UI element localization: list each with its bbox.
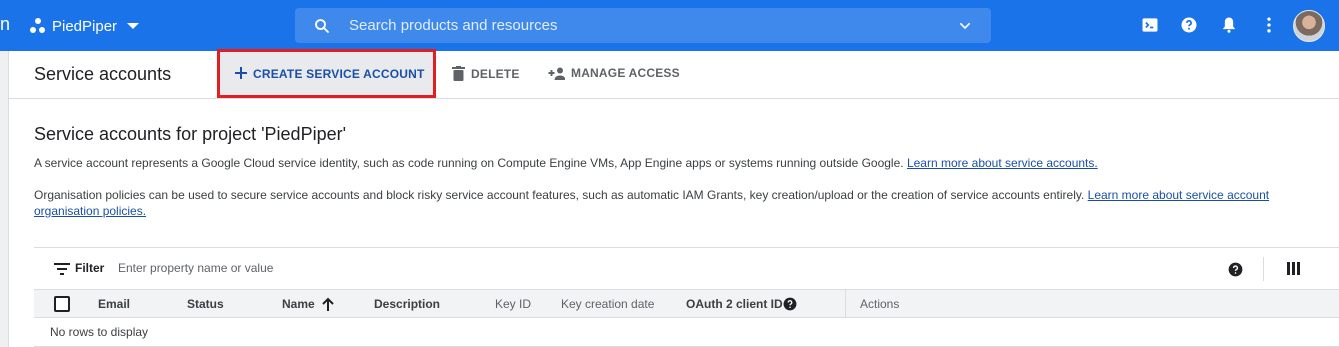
column-header-status[interactable]: Status	[187, 297, 224, 311]
filter-label: Filter	[75, 261, 105, 275]
project-name: PiedPiper	[52, 17, 118, 35]
learn-more-service-accounts-link[interactable]: Learn more about service accounts.	[907, 156, 1098, 170]
caret-down-icon	[127, 23, 140, 29]
column-header-key-id: Key ID	[495, 297, 532, 311]
manage-access-button[interactable]: MANAGE ACCESS	[548, 66, 680, 80]
sort-ascending-arrow-icon[interactable]	[322, 297, 334, 311]
section-heading: Service accounts for project 'PiedPiper'	[34, 124, 347, 144]
user-avatar[interactable]	[1293, 10, 1325, 42]
select-all-checkbox[interactable]	[54, 296, 70, 312]
more-options-icon[interactable]	[1259, 15, 1279, 35]
project-dots-icon	[30, 18, 46, 34]
column-divider	[845, 290, 846, 318]
search-input[interactable]	[349, 8, 929, 43]
table-filter-bar: Filter	[34, 247, 1339, 289]
description-paragraph-1: A service account represents a Google Cl…	[34, 155, 1304, 171]
chevron-down-icon[interactable]	[957, 18, 973, 34]
empty-table-row: No rows to display	[34, 318, 1339, 347]
create-service-account-label: CREATE SERVICE ACCOUNT	[253, 67, 425, 81]
delete-label: DELETE	[471, 66, 520, 81]
column-header-oauth-client-id[interactable]: OAuth 2 client ID	[686, 297, 783, 311]
trash-icon	[452, 66, 465, 81]
cloud-shell-icon[interactable]	[1140, 15, 1160, 35]
toolbar-divider	[1263, 257, 1264, 281]
project-selector[interactable]: PiedPiper	[30, 13, 140, 39]
column-header-key-creation-date: Key creation date	[561, 297, 655, 311]
description-text-1: A service account represents a Google Cl…	[34, 156, 904, 170]
left-nav-rail	[0, 51, 9, 347]
filter-input[interactable]	[118, 257, 518, 279]
search-icon	[315, 19, 329, 33]
add-person-icon	[548, 67, 565, 80]
page-title: Service accounts	[34, 64, 172, 84]
table-help-icon[interactable]	[1228, 262, 1243, 277]
search-bar[interactable]	[295, 8, 991, 43]
app-name-partial: n	[0, 14, 11, 34]
description-paragraph-2: Organisation policies can be used to sec…	[34, 187, 1304, 219]
column-header-description[interactable]: Description	[374, 297, 440, 311]
delete-button[interactable]: DELETE	[452, 66, 520, 81]
top-navigation-bar: n PiedPiper	[0, 0, 1339, 51]
empty-table-message: No rows to display	[50, 325, 149, 339]
filter-icon	[54, 263, 70, 275]
help-icon[interactable]	[1179, 15, 1199, 35]
column-header-actions: Actions	[860, 297, 900, 311]
plus-icon	[235, 67, 247, 79]
table-header-row: Email Status Name Description Key ID Key…	[34, 289, 1339, 318]
oauth-help-icon[interactable]	[783, 297, 797, 311]
column-header-email[interactable]: Email	[98, 297, 130, 311]
create-service-account-button[interactable]: CREATE SERVICE ACCOUNT	[217, 49, 436, 98]
description-text-2: Organisation policies can be used to sec…	[34, 188, 1085, 202]
column-display-options-icon[interactable]	[1287, 262, 1300, 275]
notifications-bell-icon[interactable]	[1219, 15, 1239, 35]
manage-access-label: MANAGE ACCESS	[571, 66, 680, 80]
column-header-name[interactable]: Name	[282, 297, 315, 311]
page-action-bar: Service accounts CREATE SERVICE ACCOUNT …	[9, 49, 1339, 99]
